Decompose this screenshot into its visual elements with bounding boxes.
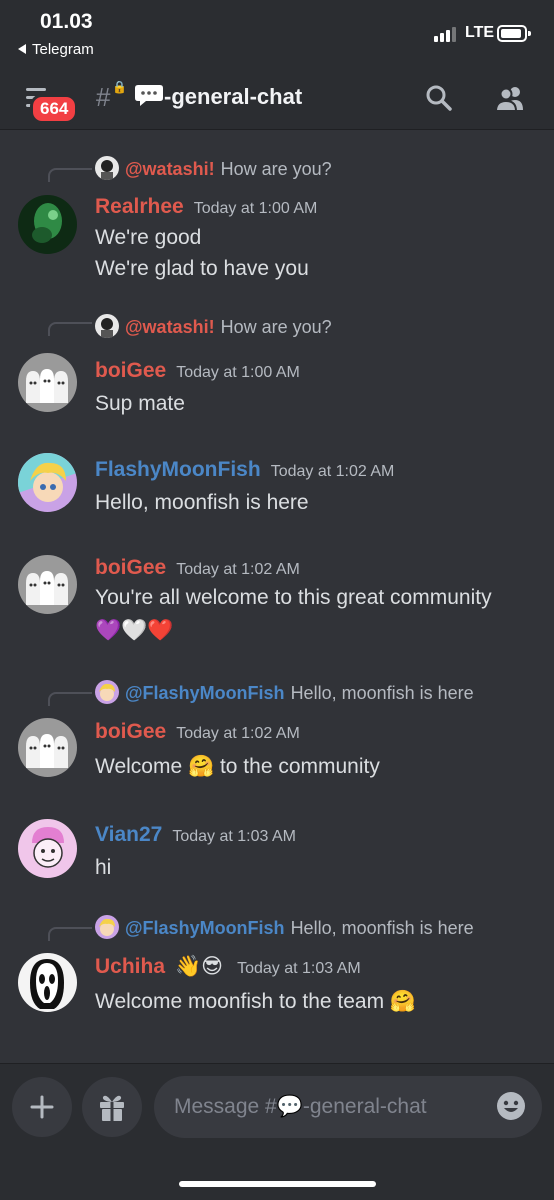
avatar[interactable] bbox=[18, 453, 77, 512]
channel-header: 664 # 🔒 -general-chat bbox=[0, 62, 554, 130]
reply-text: Hello, moonfish is here bbox=[290, 683, 474, 703]
author-name[interactable]: Vian27 bbox=[95, 823, 162, 846]
message-header: Realrhee Today at 1:00 AM bbox=[95, 195, 317, 219]
reply-avatar bbox=[95, 314, 119, 338]
battery-icon bbox=[497, 25, 531, 42]
message-header: boiGee Today at 1:02 AM bbox=[95, 556, 300, 580]
author-name[interactable]: FlashyMoonFish bbox=[95, 458, 261, 481]
author-name[interactable]: boiGee bbox=[95, 556, 166, 579]
author-name[interactable]: boiGee bbox=[95, 720, 166, 743]
reply-avatar bbox=[95, 680, 119, 704]
message-text: hi bbox=[95, 856, 112, 879]
message-text: Welcome moonfish to the team 🤗 bbox=[95, 990, 417, 1013]
message-text: We're glad to have you bbox=[95, 257, 309, 280]
add-attachment-button[interactable] bbox=[12, 1077, 72, 1137]
reply-author[interactable]: @watashi! bbox=[125, 317, 215, 337]
author-name[interactable]: Realrhee bbox=[95, 195, 184, 218]
avatar[interactable] bbox=[18, 353, 77, 412]
signal-icon bbox=[434, 26, 460, 42]
reply-preview[interactable]: @FlashyMoonFish Hello, moonfish is here bbox=[95, 680, 474, 708]
gift-button[interactable] bbox=[82, 1077, 142, 1137]
status-time: 01.03 bbox=[40, 10, 93, 33]
reply-author[interactable]: @watashi! bbox=[125, 159, 215, 179]
smiley-icon[interactable] bbox=[496, 1091, 526, 1121]
reply-avatar bbox=[95, 156, 119, 180]
avatar[interactable] bbox=[18, 718, 77, 777]
message-header: Uchiha 👋😎 Today at 1:03 AM bbox=[95, 954, 361, 979]
message-text: Sup mate bbox=[95, 392, 185, 415]
reply-author[interactable]: @FlashyMoonFish bbox=[125, 918, 285, 938]
message-text: We're good bbox=[95, 226, 202, 249]
message-text: Hello, moonfish is here bbox=[95, 491, 309, 514]
timestamp: Today at 1:00 AM bbox=[176, 364, 300, 381]
speech-bubble-icon bbox=[135, 85, 163, 106]
reply-connector bbox=[48, 322, 92, 336]
message-list[interactable]: @watashi! How are you? Realrhee Today at 1… bbox=[0, 131, 554, 1063]
hash-lock-icon: # 🔒 bbox=[96, 80, 127, 112]
back-app-label: Telegram bbox=[32, 41, 94, 58]
timestamp: Today at 1:02 AM bbox=[176, 561, 300, 578]
message-text: You're all welcome to this great communi… bbox=[95, 586, 492, 609]
reply-text: How are you? bbox=[220, 159, 332, 179]
timestamp: Today at 1:02 AM bbox=[176, 725, 300, 742]
message-header: Vian27 Today at 1:03 AM bbox=[95, 823, 296, 847]
message-header: boiGee Today at 1:02 AM bbox=[95, 720, 300, 744]
members-icon[interactable] bbox=[494, 84, 526, 112]
avatar[interactable] bbox=[18, 555, 77, 614]
reply-avatar bbox=[95, 915, 119, 939]
reply-preview[interactable]: @watashi! How are you? bbox=[95, 314, 332, 342]
home-indicator bbox=[179, 1181, 376, 1187]
timestamp: Today at 1:03 AM bbox=[172, 828, 296, 845]
avatar[interactable] bbox=[18, 819, 77, 878]
avatar[interactable] bbox=[18, 195, 77, 254]
search-icon[interactable] bbox=[425, 84, 453, 112]
message-input[interactable]: Message #💬-general-chat bbox=[154, 1076, 542, 1138]
reply-text: Hello, moonfish is here bbox=[290, 918, 474, 938]
timestamp: Today at 1:03 AM bbox=[237, 960, 361, 977]
gift-icon bbox=[100, 1095, 124, 1121]
message-header: FlashyMoonFish Today at 1:02 AM bbox=[95, 458, 394, 482]
reply-preview[interactable]: @FlashyMoonFish Hello, moonfish is here bbox=[95, 915, 474, 943]
author-name[interactable]: boiGee bbox=[95, 359, 166, 382]
timestamp: Today at 1:02 AM bbox=[270, 463, 395, 480]
status-bar: 01.03 Telegram LTE bbox=[0, 0, 554, 62]
reply-author[interactable]: @FlashyMoonFish bbox=[125, 683, 285, 703]
message-placeholder: Message #💬-general-chat bbox=[174, 1095, 427, 1118]
plus-icon bbox=[30, 1095, 54, 1119]
message-header: boiGee Today at 1:00 AM bbox=[95, 359, 300, 383]
reply-text: How are you? bbox=[220, 317, 332, 337]
message-text: Welcome 🤗 to the community bbox=[95, 755, 380, 778]
reply-connector bbox=[48, 692, 92, 706]
avatar[interactable] bbox=[18, 953, 77, 1012]
reply-preview[interactable]: @watashi! How are you? bbox=[95, 156, 332, 184]
unread-badge: 664 bbox=[30, 94, 79, 124]
back-arrow-icon bbox=[18, 44, 26, 54]
reply-connector bbox=[48, 168, 92, 182]
back-to-app-link[interactable]: Telegram bbox=[18, 41, 94, 58]
message-text: 💜🤍❤️ bbox=[95, 619, 174, 642]
channel-title: -general-chat bbox=[164, 84, 303, 109]
message-composer: Message #💬-general-chat bbox=[0, 1063, 554, 1200]
network-label: LTE bbox=[465, 24, 495, 41]
timestamp: Today at 1:00 AM bbox=[193, 200, 318, 217]
reply-connector bbox=[48, 927, 92, 941]
author-name[interactable]: Uchiha bbox=[95, 955, 165, 978]
author-emoji: 👋😎 bbox=[175, 955, 224, 978]
